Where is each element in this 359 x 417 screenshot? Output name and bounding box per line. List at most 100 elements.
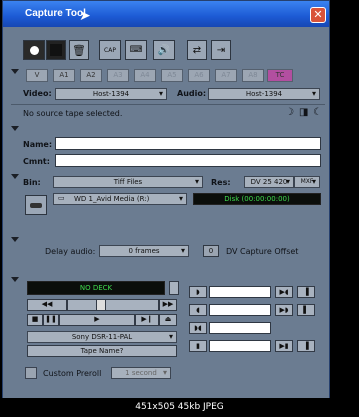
duration-field[interactable] <box>209 322 271 334</box>
clear-out-button[interactable]: ▌ <box>297 304 315 316</box>
delay-audio-label: Delay audio: <box>45 247 96 256</box>
resolution-select[interactable]: DV 25 420 <box>244 176 294 188</box>
duration-button[interactable]: ◗◖ <box>189 322 207 334</box>
capture-tool-window: Capture Tool ✕ ➤ 🗑 CAP ⌨ 🔊 ⇄ ⇥ V A1 A2 A… <box>2 0 330 400</box>
bin-select[interactable]: Tiff Files <box>53 176 203 188</box>
go-to-timecode-icon: ▶▮ <box>279 342 289 350</box>
track-a6[interactable]: A6 <box>188 69 210 82</box>
keyboard-icon: ⌨ <box>129 45 143 55</box>
name-label: Name: <box>23 140 53 149</box>
record-button[interactable] <box>23 40 45 60</box>
delay-audio-select[interactable]: 0 frames <box>99 245 189 257</box>
track-a8[interactable]: A8 <box>242 69 264 82</box>
mark-in-field[interactable] <box>209 286 271 298</box>
format-select[interactable]: MXF <box>294 176 320 188</box>
track-a1[interactable]: A1 <box>53 69 75 82</box>
track-v[interactable]: V <box>26 69 48 82</box>
pause-button[interactable]: ❚❚ <box>43 314 59 326</box>
play-icon: ▶ <box>94 315 100 323</box>
dv-offset-field[interactable]: 0 <box>203 245 219 257</box>
track-a5[interactable]: A5 <box>161 69 183 82</box>
custom-preroll-checkbox[interactable] <box>25 367 37 379</box>
bin-label: Bin: <box>23 178 41 187</box>
crescent-icon: ☾ <box>313 107 322 118</box>
eject-icon: ⏏ <box>164 315 172 323</box>
go-to-timecode-button[interactable]: ▶▮ <box>275 340 293 352</box>
tape-name-button[interactable]: Tape Name? <box>27 345 177 357</box>
step-button[interactable]: ▶❙ <box>135 314 159 326</box>
record-icon <box>29 45 39 55</box>
speaker-icon: 🔊 <box>157 44 171 56</box>
collapse-triangle[interactable] <box>11 237 19 242</box>
clear-out-icon: ▌ <box>303 306 309 314</box>
track-a7[interactable]: A7 <box>215 69 237 82</box>
collapse-triangle[interactable] <box>11 69 19 74</box>
deck-select[interactable]: Sony DSR-11-PAL <box>27 331 177 343</box>
comment-field[interactable] <box>55 154 321 167</box>
capture-icon: CAP <box>104 46 116 54</box>
fast-forward-button[interactable]: ▶▶ <box>159 299 177 311</box>
track-tc[interactable]: TC <box>267 69 293 82</box>
name-field[interactable] <box>55 137 321 150</box>
rewind-button[interactable]: ◀◀ <box>27 299 67 311</box>
timecode-button[interactable]: ▮ <box>189 340 207 352</box>
drive-select[interactable]: WD 1_Avid Media (R:) <box>53 193 187 205</box>
stop-icon <box>50 44 62 56</box>
image-info-bar: 451x505 45kb JPEG <box>0 398 359 417</box>
pause-icon: ❚❚ <box>45 315 57 323</box>
preroll-select[interactable]: 1 second <box>111 367 171 379</box>
track-a2[interactable]: A2 <box>80 69 102 82</box>
mark-out-icon: ◖ <box>196 306 200 314</box>
res-label: Res: <box>211 178 231 187</box>
video-select[interactable]: Host-1394 <box>55 88 167 100</box>
title-bar[interactable]: Capture Tool ✕ <box>3 1 329 27</box>
go-to-in-icon: ▶◖ <box>279 288 289 296</box>
mark-in-button[interactable]: ◗ <box>189 286 207 298</box>
go-to-out-button[interactable]: ▶◗ <box>275 304 293 316</box>
target-button[interactable] <box>25 195 47 215</box>
jog-slider[interactable] <box>67 299 159 311</box>
go-to-in-button[interactable]: ▶◖ <box>275 286 293 298</box>
clear-timecode-button[interactable]: ▐ <box>297 340 315 352</box>
audio-label: Audio: <box>177 89 207 98</box>
split-icon: ◨ <box>299 107 309 118</box>
target-icon <box>30 202 42 208</box>
drive-icon: ▭ <box>58 194 65 202</box>
capture-mode-button[interactable]: CAP <box>99 40 121 60</box>
timecode-field[interactable] <box>209 340 271 352</box>
jog-handle[interactable] <box>96 299 106 311</box>
play-button[interactable]: ▶ <box>59 314 135 326</box>
mark-out-field[interactable] <box>209 304 271 316</box>
arrow-icon: ⇥ <box>216 44 226 56</box>
track-a3[interactable]: A3 <box>107 69 129 82</box>
close-button[interactable]: ✕ <box>310 7 326 23</box>
dv-offset-label: DV Capture Offset <box>226 247 299 256</box>
clear-in-icon: ▐ <box>303 288 309 296</box>
mark-out-button[interactable]: ◖ <box>189 304 207 316</box>
collapse-triangle[interactable] <box>11 277 19 282</box>
mark-in-icon: ◗ <box>196 288 200 296</box>
stop-button[interactable] <box>46 40 66 60</box>
stop-deck-button[interactable]: ■ <box>27 314 43 326</box>
cmnt-label: Cmnt: <box>23 157 50 166</box>
deck-display: NO DECK <box>27 281 165 295</box>
trash-button[interactable]: 🗑 <box>69 40 89 60</box>
clear-in-button[interactable]: ▐ <box>297 286 315 298</box>
arrow-button[interactable]: ⇥ <box>211 40 231 60</box>
eject-button[interactable]: ⏏ <box>159 314 177 326</box>
timecode-icon: ▮ <box>196 342 200 350</box>
toggle-button[interactable]: ⇄ <box>187 40 207 60</box>
audio-button[interactable]: 🔊 <box>153 40 175 60</box>
video-label: Video: <box>23 89 52 98</box>
collapse-triangle[interactable] <box>11 126 19 131</box>
track-a4[interactable]: A4 <box>134 69 156 82</box>
cursor-icon: ➤ <box>79 8 91 24</box>
go-to-out-icon: ▶◗ <box>279 306 289 314</box>
keyboard-button[interactable]: ⌨ <box>125 40 147 60</box>
collapse-triangle[interactable] <box>11 174 19 179</box>
audio-select[interactable]: Host-1394 <box>208 88 320 100</box>
tape-status: No source tape selected. <box>23 109 123 118</box>
trash-icon: 🗑 <box>72 43 86 57</box>
deck-menu-button[interactable] <box>169 281 179 295</box>
disk-readout: Disk (00:00:00:00) <box>193 193 321 205</box>
